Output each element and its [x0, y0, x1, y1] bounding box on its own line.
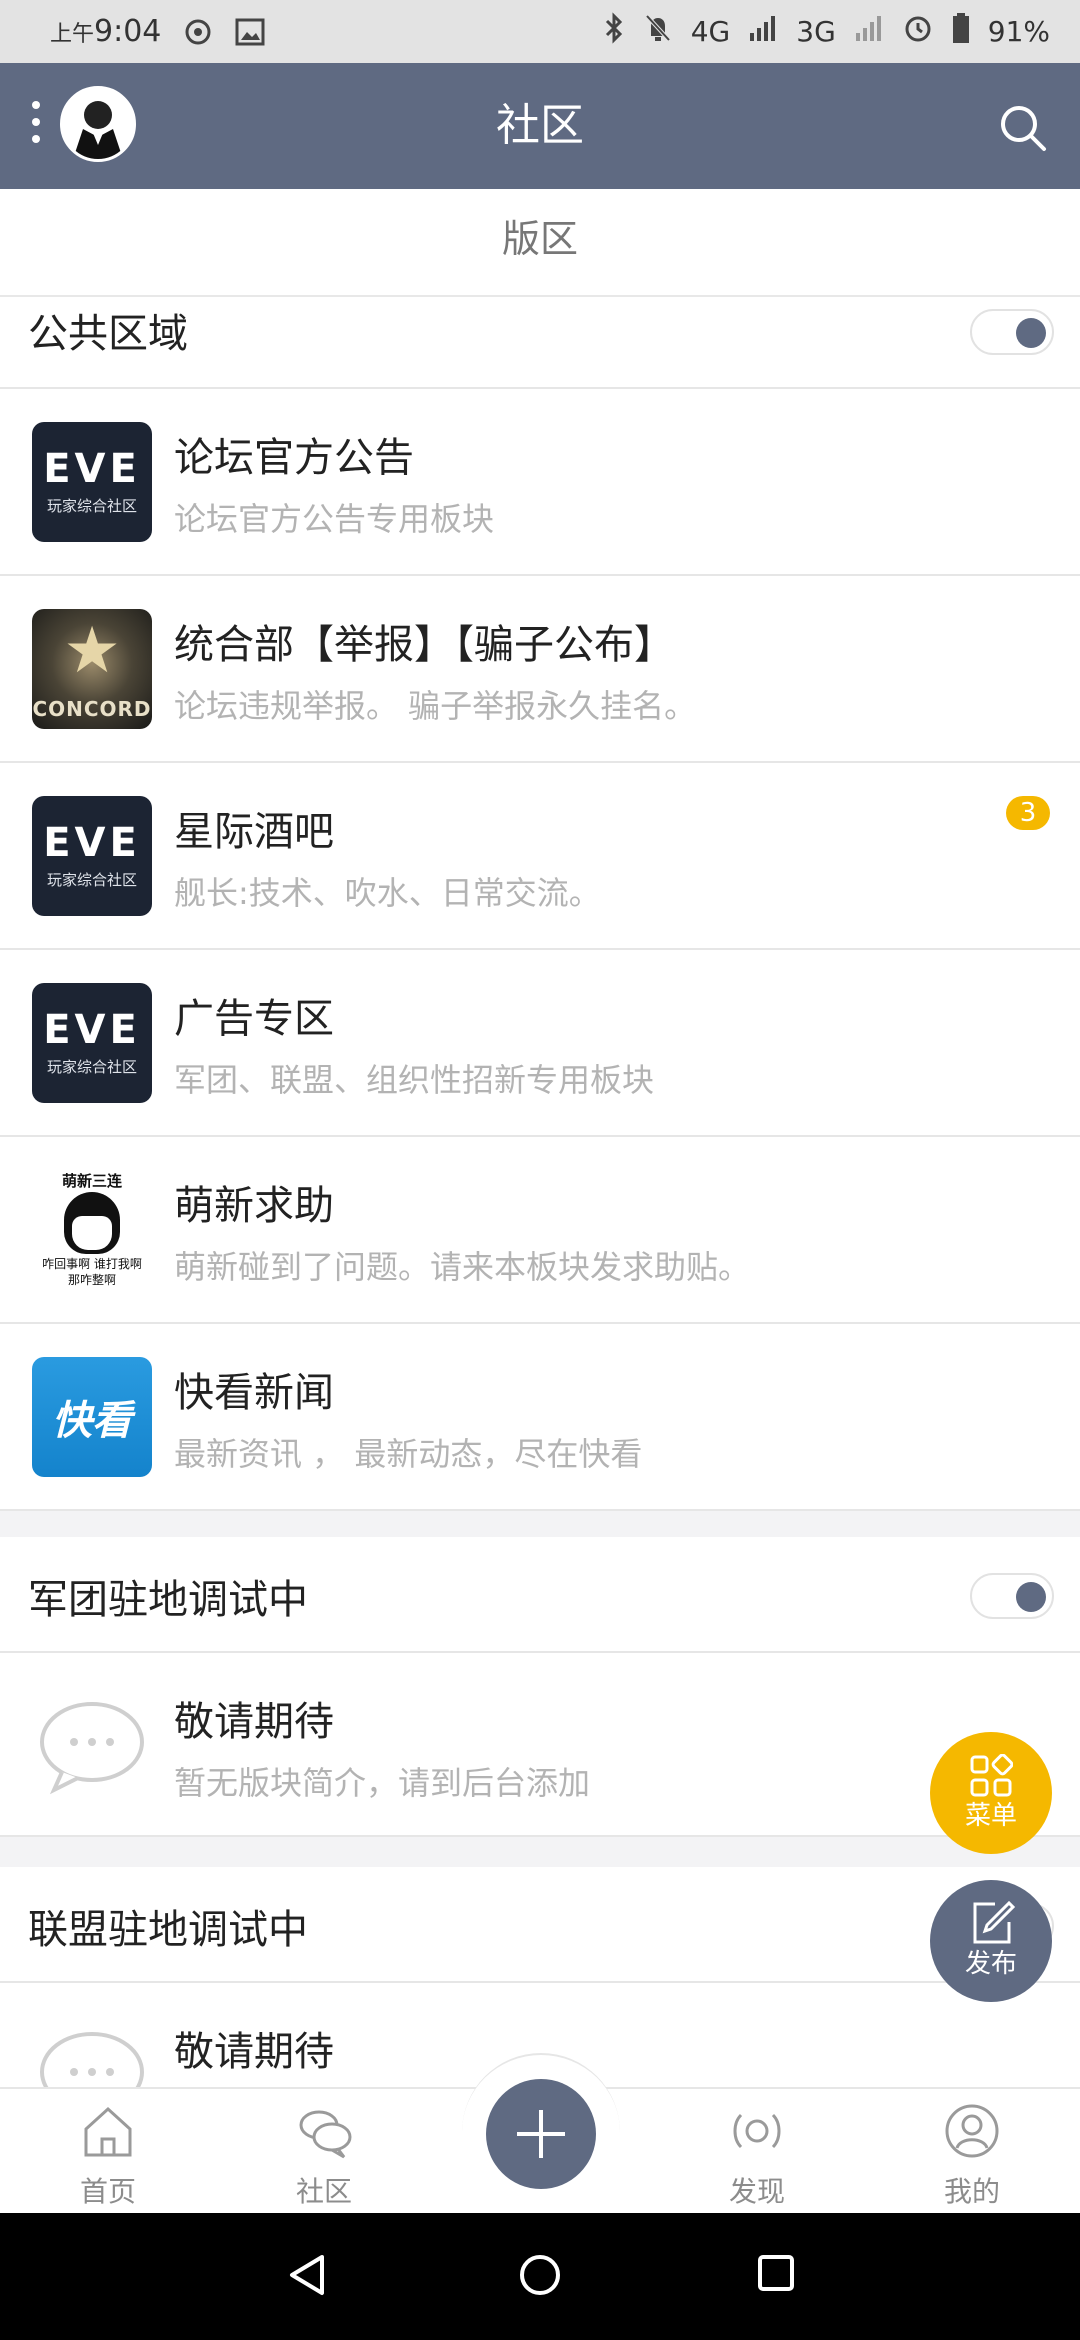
forum-desc: 最新资讯 ， 最新动态，尽在快看 [174, 1435, 643, 1473]
group-title: 军团驻地调试中 [28, 1577, 308, 1623]
forum-item[interactable]: 萌新三连 咋回事啊 谁打我啊 那咋整啊 萌新求助 萌新碰到了问题。请来本板块发求… [0, 1137, 1080, 1324]
meme-image: 萌新三连 咋回事啊 谁打我啊 那咋整啊 [32, 1170, 152, 1290]
forum-item[interactable]: EVE 玩家综合社区 论坛官方公告 论坛官方公告专用板块 [0, 389, 1080, 576]
unread-badge: 3 [1006, 796, 1050, 830]
menu-label: 菜单 [964, 1801, 1017, 1831]
network-4g-label: 4G [690, 15, 731, 48]
nav-home[interactable]: 首页 [48, 2103, 168, 2210]
bluetooth-icon [603, 12, 625, 51]
nav-label: 我的 [943, 2175, 1000, 2208]
group-header-corp: 军团驻地调试中 [0, 1537, 1080, 1653]
forum-desc: 萌新碰到了问题。请来本板块发求助贴。 [174, 1248, 751, 1286]
concord-logo: ★ CONCORD [32, 609, 152, 729]
forum-item[interactable]: 快看 快看新闻 最新资讯 ， 最新动态，尽在快看 [0, 1324, 1080, 1511]
forum-name: 萌新求助 [174, 1183, 334, 1229]
forum-desc: 论坛官方公告专用板块 [174, 500, 495, 538]
back-icon[interactable] [286, 2253, 330, 2297]
forum-item[interactable]: 敬请期待 暂无版块简介，请到后台添加 [0, 1653, 1080, 1837]
eve-logo: EVE 玩家综合社区 [32, 422, 152, 542]
forum-item[interactable]: ★ CONCORD 统合部【举报】【骗子公布】 论坛违规举报。 骗子举报永久挂名。 [0, 576, 1080, 763]
nav-label: 社区 [295, 2175, 352, 2208]
grid-icon [970, 1754, 1013, 1797]
gallery-icon [235, 18, 265, 46]
eve-logo: EVE 玩家综合社区 [32, 983, 152, 1103]
network-3g-label: 3G [796, 15, 836, 48]
battery-icon [952, 12, 970, 51]
nav-discover[interactable]: 发现 [697, 2103, 817, 2210]
community-icon [299, 2110, 352, 2159]
home-circle-icon[interactable] [518, 2253, 562, 2297]
discover-icon [733, 2113, 781, 2149]
group-header-public: 公共区域 [0, 297, 1080, 389]
forum-name: 敬请期待 [174, 2029, 334, 2075]
tab-board-section[interactable]: 版区 [0, 189, 1080, 297]
bottom-nav: 首页 社区 发现 我的 [0, 2053, 1080, 2213]
recents-icon[interactable] [756, 2253, 796, 2293]
nav-profile[interactable]: 我的 [912, 2103, 1032, 2210]
group-toggle[interactable] [970, 1573, 1054, 1619]
forum-name: 论坛官方公告 [174, 435, 414, 481]
forum-desc: 军团、联盟、组织性招新专用板块 [174, 1061, 655, 1099]
forum-desc: 暂无版块简介，请到后台添加 [174, 1764, 591, 1802]
menu-button[interactable]: 菜单 [930, 1732, 1052, 1854]
signal-1-icon [748, 13, 778, 50]
forum-list[interactable]: 公共区域 EVE 玩家综合社区 论坛官方公告 论坛官方公告专用板块 ★ CONCOR… [0, 297, 1080, 2087]
battery-percent: 91% [987, 15, 1050, 48]
forum-desc: 舰长:技术、吹水、日常交流。 [174, 874, 601, 912]
forum-name: 广告专区 [174, 996, 334, 1042]
forum-item[interactable]: EVE 玩家综合社区 星际酒吧 舰长:技术、吹水、日常交流。 3 [0, 763, 1080, 950]
eve-logo: EVE 玩家综合社区 [32, 796, 152, 916]
forum-item[interactable]: EVE 玩家综合社区 广告专区 军团、联盟、组织性招新专用板块 [0, 950, 1080, 1137]
edit-icon [973, 1900, 1015, 1944]
post-label: 发布 [964, 1949, 1017, 1979]
home-icon [84, 2106, 132, 2157]
nav-label: 发现 [728, 2175, 785, 2208]
forum-name: 统合部【举报】【骗子公布】 [174, 622, 674, 668]
forum-desc: 论坛违规举报。 骗子举报永久挂名。 [174, 687, 697, 725]
kuaikan-logo: 快看 [32, 1357, 152, 1477]
forum-name: 星际酒吧 [174, 809, 334, 855]
group-title: 公共区域 [28, 311, 188, 357]
system-nav-bar [0, 2213, 1080, 2340]
app-bar: 社区 [0, 63, 1080, 189]
mute-icon [643, 12, 673, 51]
profile-icon [945, 2104, 999, 2158]
status-time: 上午9:04 [50, 14, 162, 49]
chat-bubble-icon [32, 2016, 152, 2087]
forum-name: 快看新闻 [174, 1370, 334, 1416]
plus-button[interactable] [486, 2079, 596, 2189]
plus-icon [517, 2110, 565, 2158]
alarm-icon [902, 12, 934, 51]
group-header-alliance: 联盟驻地调试中 [0, 1867, 1080, 1983]
page-title: 社区 [496, 100, 584, 151]
notification-swirl-icon [183, 17, 213, 47]
nav-community[interactable]: 社区 [264, 2103, 384, 2210]
search-icon[interactable] [996, 101, 1050, 155]
signal-2-icon [854, 13, 884, 50]
group-toggle[interactable] [970, 309, 1054, 355]
status-bar: 上午9:04 4G 3G 91% [0, 0, 1080, 63]
chat-bubble-icon [32, 1686, 152, 1806]
nav-label: 首页 [79, 2175, 136, 2208]
group-title: 联盟驻地调试中 [28, 1907, 308, 1953]
post-button[interactable]: 发布 [930, 1880, 1052, 2002]
forum-name: 敬请期待 [174, 1699, 334, 1745]
